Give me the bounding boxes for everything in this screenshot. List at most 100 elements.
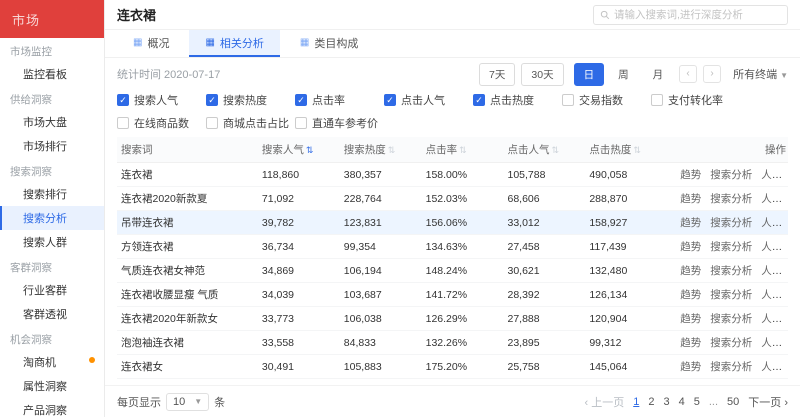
footer-bar: 每页显示 10 ▼ 条 ‹ 上一页 1 2 3 4 5... 50 下一页 › (105, 385, 800, 417)
sidebar-item[interactable]: 搜索排行 (0, 182, 104, 206)
column-header[interactable]: 搜索人气 ⇅ (257, 137, 340, 163)
action-link[interactable]: 人群分析 (761, 217, 788, 229)
action-link[interactable]: 趋势 (680, 217, 701, 229)
column-header[interactable]: 点击人气 ⇅ (503, 137, 586, 163)
sidebar-item[interactable]: 市场大盘 (0, 110, 104, 134)
action-link[interactable]: 趋势 (680, 337, 701, 349)
value-cell: 106,038 (339, 306, 422, 331)
table-body: 连衣裙 118,860 380,357 158.00% 105,788 490,058 趋势… (117, 162, 788, 385)
actions-cell: 趋势搜索分析人群分析 (667, 330, 788, 355)
range-button[interactable]: 7天 (479, 62, 516, 86)
page-number[interactable]: 5 (694, 396, 700, 408)
value-cell: 158.00% (421, 162, 504, 187)
value-cell: 145,064 (585, 354, 668, 379)
column-header[interactable]: 点击热度 ⇅ (585, 137, 668, 163)
sidebar-item[interactable]: 产品洞察 (0, 398, 104, 417)
sidebar-item[interactable]: 搜索分析 (0, 206, 104, 230)
metric-checkbox[interactable]: ✓ 点击热度 (473, 92, 562, 108)
action-link[interactable]: 人群分析 (761, 361, 788, 373)
tab-label: 类目构成 (314, 37, 359, 50)
sidebar-item[interactable]: 搜索人群 (0, 230, 104, 254)
metric-checkbox[interactable]: 商城点击占比 (206, 115, 295, 131)
range-button[interactable]: 30天 (521, 62, 564, 86)
metric-checkbox[interactable]: 在线商品数 (117, 115, 206, 131)
metric-checkbox[interactable]: 支付转化率 (651, 92, 740, 108)
tab-item[interactable]: ▦ 类目构成 (284, 30, 374, 57)
action-link[interactable]: 趋势 (680, 361, 701, 373)
sidebar-item[interactable]: 淘商机 (0, 350, 104, 374)
value-cell: 134.63% (421, 234, 504, 259)
sidebar-item[interactable]: 属性洞察 (0, 374, 104, 398)
action-link[interactable]: 趋势 (680, 289, 701, 301)
sort-icon[interactable]: ⇅ (633, 145, 641, 155)
period-button[interactable]: 日 (573, 62, 605, 86)
action-link[interactable]: 人群分析 (761, 193, 788, 205)
next-page-button[interactable]: 下一页 › (748, 394, 788, 410)
value-cell: 28,392 (503, 282, 586, 307)
action-link[interactable]: 搜索分析 (710, 313, 752, 325)
page-number[interactable]: 50 (727, 396, 739, 408)
action-link[interactable]: 搜索分析 (710, 241, 752, 253)
value-cell: 33,558 (257, 330, 340, 355)
value-cell: 175.20% (421, 354, 504, 379)
prev-page-button[interactable]: ‹ 上一页 (584, 394, 624, 410)
action-link[interactable]: 趋势 (680, 169, 701, 181)
action-link[interactable]: 搜索分析 (710, 361, 752, 373)
sidebar-item[interactable]: 客群透视 (0, 302, 104, 326)
action-link[interactable]: 人群分析 (761, 313, 788, 325)
page-number[interactable]: 1 (633, 396, 639, 408)
value-cell: 33,012 (503, 210, 586, 235)
page-number[interactable]: 4 (679, 396, 685, 408)
top-bar: 连衣裙 (105, 0, 800, 30)
table-row: 连衣裙女 30,491 105,883 175.20% 25,758 145,064 趋势搜… (117, 354, 788, 379)
sidebar-item[interactable]: 市场排行 (0, 134, 104, 158)
action-link[interactable]: 人群分析 (761, 169, 788, 181)
metric-checkbox[interactable]: 直通车参考价 (295, 115, 384, 131)
sidebar-item[interactable]: 监控看板 (0, 62, 104, 86)
terminal-select[interactable]: 所有终端 ▼ (733, 66, 788, 82)
action-link[interactable]: 趋势 (680, 241, 701, 253)
action-link[interactable]: 搜索分析 (710, 337, 752, 349)
action-link[interactable]: 人群分析 (761, 289, 788, 301)
page-number[interactable]: 2 (648, 396, 654, 408)
chevron-down-icon: ▼ (194, 397, 203, 406)
column-header[interactable]: 点击率 ⇅ (421, 137, 504, 163)
value-cell: 126.29% (421, 306, 504, 331)
stat-time-label: 统计时间 2020-07-17 (117, 69, 221, 81)
action-link[interactable]: 人群分析 (761, 241, 788, 253)
prev-arrow-button[interactable]: ‹ (679, 65, 698, 83)
per-page-select[interactable]: 10 ▼ (166, 392, 210, 411)
period-button[interactable]: 月 (642, 62, 674, 86)
sort-icon[interactable]: ⇅ (459, 145, 467, 155)
action-link[interactable]: 人群分析 (761, 337, 788, 349)
tab-item[interactable]: ▦ 概况 (117, 30, 185, 57)
column-header[interactable]: 搜索热度 ⇅ (339, 137, 422, 163)
tab-active[interactable]: ▦ 相关分析 (189, 30, 280, 57)
action-link[interactable]: 搜索分析 (710, 217, 752, 229)
checkbox-unchecked-icon (651, 94, 663, 106)
action-link[interactable]: 搜索分析 (710, 193, 752, 205)
metric-checkbox[interactable]: ✓ 点击人气 (384, 92, 473, 108)
sort-icon[interactable]: ⇅ (388, 145, 396, 155)
sort-icon[interactable]: ⇅ (551, 145, 559, 155)
action-link[interactable]: 趋势 (680, 193, 701, 205)
action-link[interactable]: 趋势 (680, 313, 701, 325)
action-link[interactable]: 搜索分析 (710, 289, 752, 301)
search-box[interactable] (593, 4, 788, 25)
sidebar-item[interactable]: 行业客群 (0, 278, 104, 302)
search-input[interactable] (614, 8, 781, 21)
action-link[interactable]: 趋势 (680, 265, 701, 277)
table-row: 方领连衣裙 36,734 99,354 134.63% 27,458 117,439 趋势搜… (117, 234, 788, 259)
sidebar-group-label: 供给洞察 (10, 94, 52, 106)
metric-checkbox[interactable]: ✓ 搜索热度 (206, 92, 295, 108)
next-arrow-button[interactable]: › (703, 65, 722, 83)
action-link[interactable]: 人群分析 (761, 265, 788, 277)
action-link[interactable]: 搜索分析 (710, 265, 752, 277)
page-number[interactable]: 3 (663, 396, 669, 408)
metric-checkbox[interactable]: 交易指数 (562, 92, 651, 108)
action-link[interactable]: 搜索分析 (710, 169, 752, 181)
metric-checkbox[interactable]: ✓ 点击率 (295, 92, 384, 108)
period-button[interactable]: 周 (608, 62, 639, 86)
sort-icon[interactable]: ⇅ (306, 145, 314, 155)
metric-checkbox[interactable]: ✓ 搜索人气 (117, 92, 206, 108)
